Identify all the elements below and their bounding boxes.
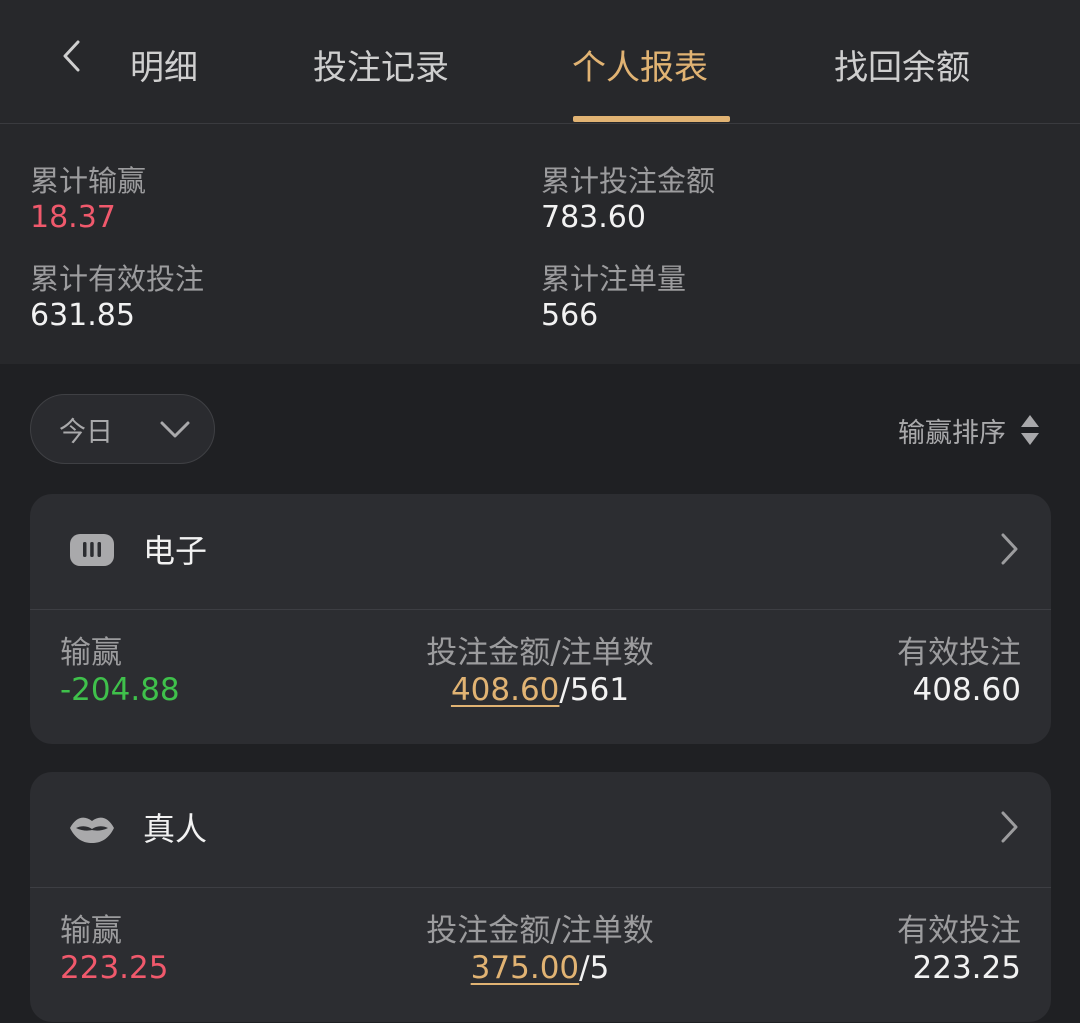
valid-bet-value: 223.25	[912, 950, 1021, 986]
active-tab-indicator	[573, 116, 730, 122]
bet-amount-link[interactable]: 408.60	[451, 672, 559, 708]
valid-bet-label: 有效投注	[897, 913, 1021, 949]
sort-by-winloss-button[interactable]: 输赢排序	[898, 408, 1040, 452]
bet-amount-link[interactable]: 375.00	[471, 950, 579, 986]
valid-bet-label: 有效投注	[897, 635, 1021, 671]
total-winloss-label: 累计输赢	[30, 164, 147, 198]
bet-amount-count-label: 投注金额/注单数	[426, 913, 654, 949]
winloss-value: 223.25	[60, 950, 169, 986]
sort-label: 输赢排序	[898, 417, 1006, 449]
total-valid-value: 631.85	[30, 298, 135, 333]
bet-amount-count-label: 投注金额/注单数	[426, 635, 654, 671]
total-winloss-value: 18.37	[30, 200, 116, 235]
date-range-value: 今日	[59, 416, 113, 448]
card-header[interactable]: 真人	[30, 772, 1051, 888]
card-title: 真人	[143, 810, 208, 848]
chevron-right-icon	[1001, 811, 1018, 843]
category-card-live[interactable]: 真人 输赢 223.25 投注金额/注单数 375.00/5 有效投注 223.…	[30, 772, 1051, 1022]
card-title: 电子	[143, 532, 208, 570]
slot-machine-icon	[70, 534, 114, 566]
tab-details[interactable]: 明细	[118, 40, 198, 96]
winloss-label: 输赢	[60, 635, 122, 671]
bet-count: /5	[579, 950, 610, 986]
total-bet-value: 783.60	[541, 200, 646, 235]
date-range-select[interactable]: 今日	[30, 394, 215, 464]
chevron-right-icon	[1001, 533, 1018, 565]
total-valid-label: 累计有效投注	[30, 262, 205, 296]
top-tab-bar: 明细 投注记录 个人报表 找回余额	[0, 0, 1080, 124]
bet-amount-count-value: 375.00/5	[340, 950, 740, 986]
total-orders-value: 566	[541, 298, 599, 333]
bet-count: /561	[559, 672, 630, 708]
winloss-value: -204.88	[60, 672, 180, 708]
tab-personal-report[interactable]: 个人报表	[572, 40, 708, 96]
bet-amount-count-value: 408.60/561	[340, 672, 740, 708]
lips-icon	[70, 817, 114, 843]
total-orders-label: 累计注单量	[541, 262, 687, 296]
winloss-label: 输赢	[60, 913, 122, 949]
summary-panel: 累计输赢 18.37 累计投注金额 783.60 累计有效投注 631.85 累…	[0, 124, 1080, 364]
total-bet-label: 累计投注金额	[541, 164, 716, 198]
chevron-left-icon	[63, 40, 80, 72]
category-card-electronic[interactable]: 电子 输赢 -204.88 投注金额/注单数 408.60/561 有效投注 4…	[30, 494, 1051, 744]
back-button[interactable]	[50, 32, 94, 80]
sort-icon	[1021, 415, 1039, 445]
chevron-down-icon	[160, 421, 190, 438]
card-header[interactable]: 电子	[30, 494, 1051, 610]
valid-bet-value: 408.60	[912, 672, 1021, 708]
tab-bet-records[interactable]: 投注记录	[313, 40, 449, 96]
tab-recover-balance[interactable]: 找回余额	[834, 40, 970, 96]
